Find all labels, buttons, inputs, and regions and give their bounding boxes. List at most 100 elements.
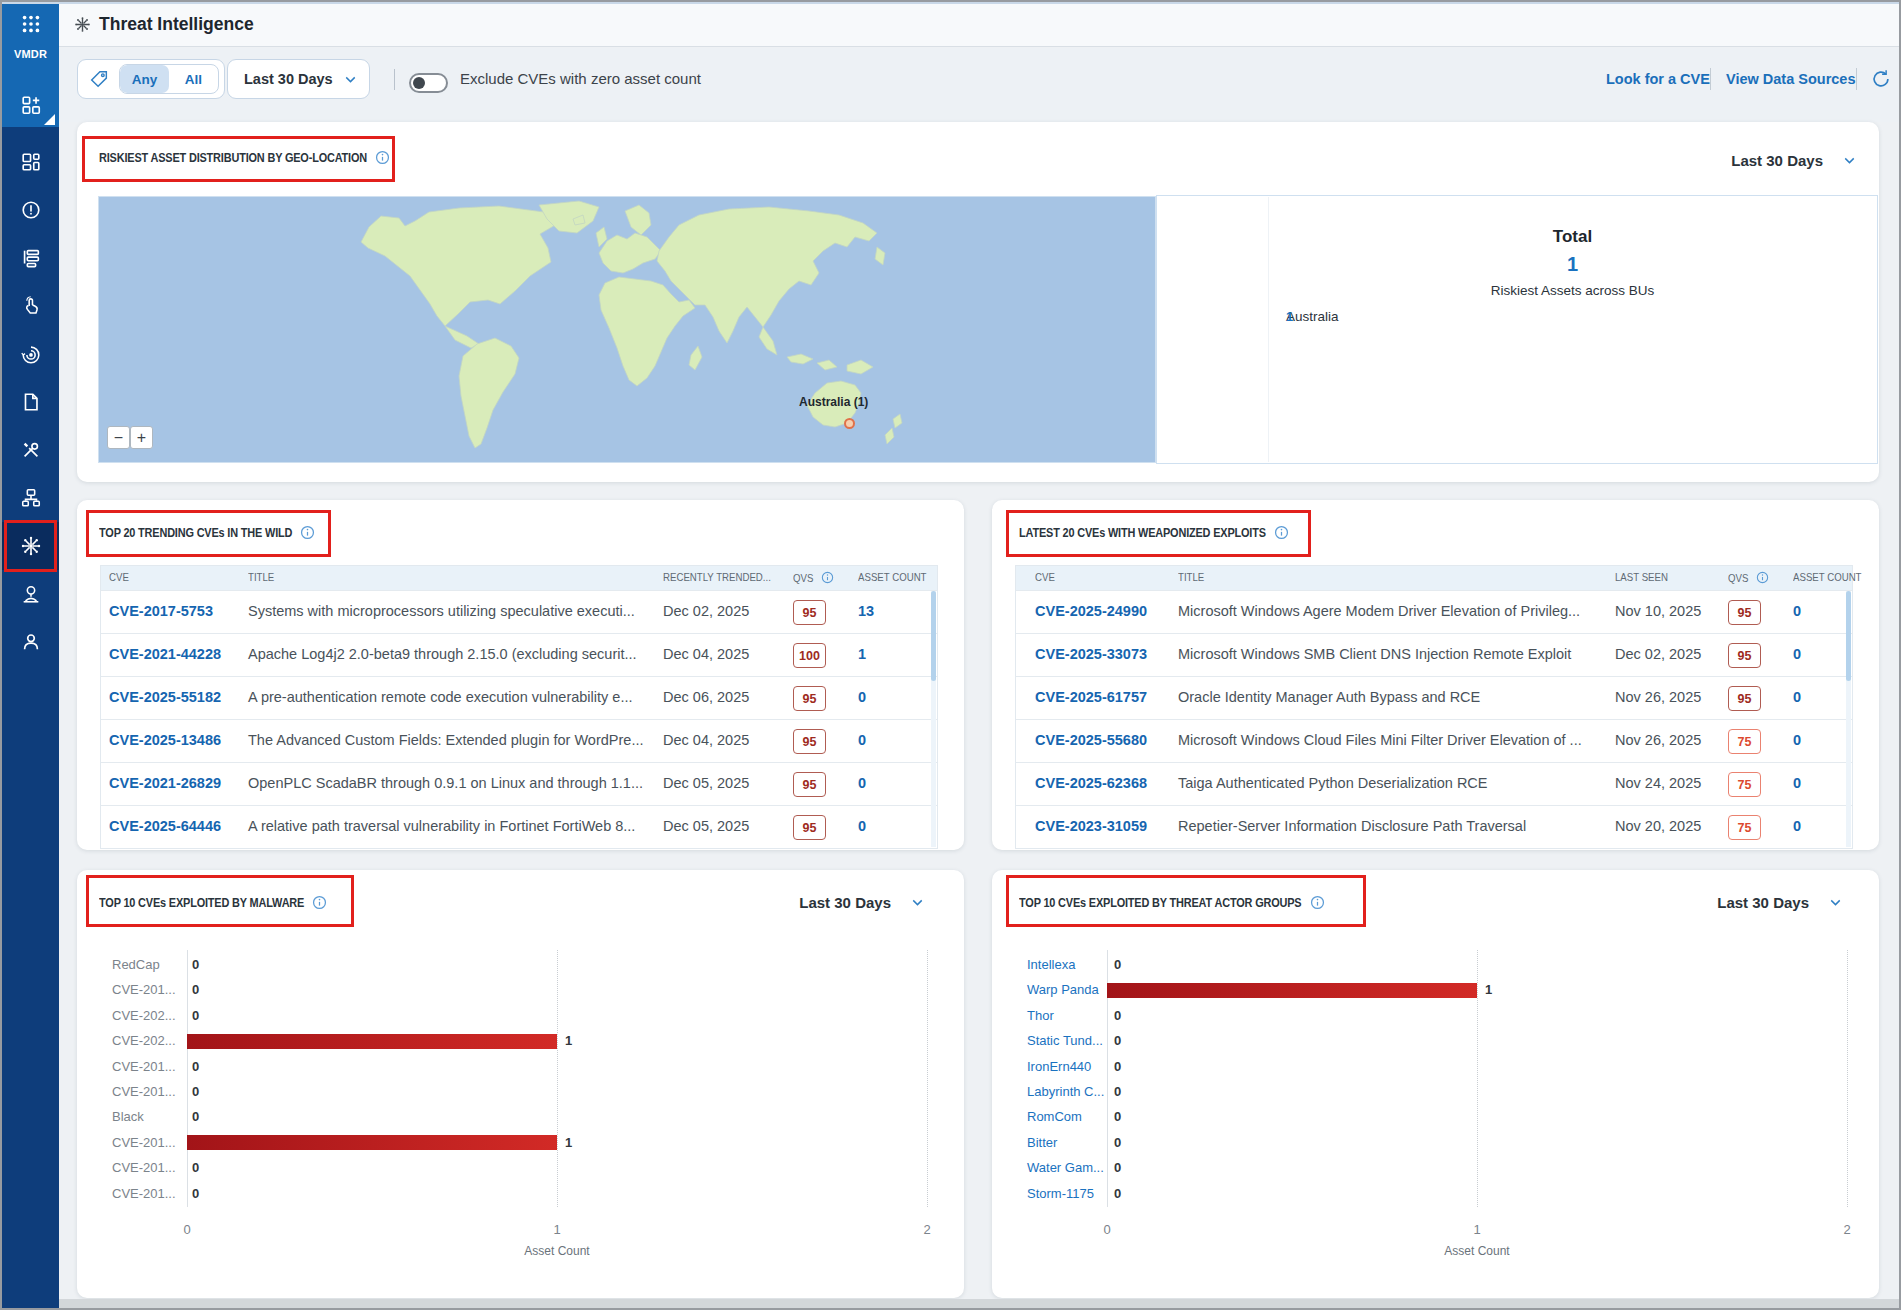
cell-assets[interactable]: 0 [858, 775, 866, 791]
cell-cve[interactable]: CVE-2021-44228 [109, 646, 221, 662]
cell-assets[interactable]: 0 [1793, 732, 1801, 748]
link-divider [1856, 68, 1857, 90]
page-title: Threat Intelligence [99, 14, 254, 35]
cell-assets[interactable]: 0 [858, 732, 866, 748]
column-header[interactable]: QVS [1728, 571, 1769, 584]
cell-date: Dec 05, 2025 [663, 775, 749, 791]
cell-assets[interactable]: 13 [858, 603, 874, 619]
all-button[interactable]: All [169, 65, 218, 93]
x-tick-label: 2 [1843, 1222, 1850, 1237]
sidebar-expand-arrow[interactable] [44, 114, 55, 125]
map-zoom-in-button[interactable]: + [130, 426, 153, 449]
chart-category-label[interactable]: Labyrinth C... [1027, 1084, 1104, 1099]
cell-cve[interactable]: CVE-2017-5753 [109, 603, 213, 619]
any-button[interactable]: Any [120, 65, 169, 93]
sidebar-item-tools-icon[interactable] [2, 428, 59, 472]
cell-date: Nov 20, 2025 [1615, 818, 1701, 834]
sidebar-item-lab-icon[interactable] [2, 572, 59, 616]
cell-cve[interactable]: CVE-2023-31059 [1035, 818, 1147, 834]
world-map[interactable]: Australia (1) − + [98, 196, 1156, 463]
column-header[interactable]: CVE [1035, 571, 1059, 583]
map-marker[interactable] [844, 418, 855, 429]
sidebar-item-workflow-icon[interactable] [2, 236, 59, 280]
chart-bar[interactable] [187, 1034, 557, 1049]
chart-category-label[interactable]: Intellexa [1027, 957, 1075, 972]
x-axis-label: Asset Count [1444, 1244, 1509, 1258]
cell-cve[interactable]: CVE-2025-33073 [1035, 646, 1147, 662]
chart-category-label: CVE-201... [112, 1160, 176, 1175]
column-header[interactable]: TITLE [1178, 571, 1209, 583]
cell-assets[interactable]: 1 [858, 646, 866, 662]
chart-value-label: 0 [192, 1109, 199, 1124]
cell-title: Microsoft Windows Agere Modem Driver Ele… [1178, 603, 1580, 619]
chart-category-label: CVE-201... [112, 1135, 176, 1150]
column-header[interactable]: QVS [793, 571, 834, 584]
cell-date: Nov 26, 2025 [1615, 689, 1701, 705]
chart-category-label[interactable]: Bitter [1027, 1135, 1057, 1150]
map-country-label: Australia (1) [799, 395, 868, 409]
geo-time-range-dropdown[interactable]: Last 30 Days [1731, 152, 1858, 169]
cell-assets[interactable]: 0 [1793, 689, 1801, 705]
actors-chart-card: TOP 10 CVEs EXPLOITED BY THREAT ACTOR GR… [992, 870, 1879, 1298]
column-header[interactable]: LAST SEEN [1615, 571, 1678, 583]
chart-value-label: 1 [1485, 982, 1492, 997]
view-data-sources-link[interactable]: View Data Sources [1726, 71, 1856, 87]
sidebar-item-radar-icon[interactable] [2, 332, 59, 376]
cell-assets[interactable]: 0 [858, 818, 866, 834]
cell-cve[interactable]: CVE-2025-13486 [109, 732, 221, 748]
sidebar-item-history-icon[interactable] [2, 188, 59, 232]
chart-category-label[interactable]: RomCom [1027, 1109, 1082, 1124]
cell-cve[interactable]: CVE-2025-64446 [109, 818, 221, 834]
sidebar-item-dashboards[interactable] [2, 140, 59, 184]
table-scrollbar[interactable] [931, 591, 936, 847]
annotation-box-trending-title [86, 510, 331, 557]
sidebar-item-network-icon[interactable] [2, 476, 59, 520]
cell-cve[interactable]: CVE-2025-55182 [109, 689, 221, 705]
chart-category-label: RedCap [112, 957, 160, 972]
qvs-badge: 100 [793, 643, 826, 668]
cell-assets[interactable]: 0 [1793, 646, 1801, 662]
chart-category-label[interactable]: Warp Panda [1027, 982, 1099, 997]
weaponized-cves-card: LATEST 20 CVEs WITH WEAPONIZED EXPLOITS … [992, 500, 1879, 850]
column-header[interactable]: CVE [109, 571, 133, 583]
chart-category-label[interactable]: Thor [1027, 1008, 1054, 1023]
qvs-badge: 75 [1728, 815, 1761, 840]
annotation-box-malware-title [86, 875, 354, 927]
column-header[interactable]: RECENTLY TRENDED... [663, 571, 791, 583]
cell-cve[interactable]: CVE-2025-61757 [1035, 689, 1147, 705]
cell-assets[interactable]: 0 [858, 689, 866, 705]
exclude-zero-assets-toggle[interactable] [409, 73, 448, 93]
y-axis [187, 950, 188, 1207]
cell-assets[interactable]: 0 [1793, 603, 1801, 619]
chart-bar[interactable] [187, 1135, 557, 1150]
chart-category-label[interactable]: Water Gam... [1027, 1160, 1104, 1175]
refresh-icon[interactable] [1870, 68, 1892, 94]
column-header[interactable]: ASSET COUNT [1793, 571, 1875, 583]
horizontal-scrollbar[interactable] [59, 1299, 1899, 1308]
cell-cve[interactable]: CVE-2025-62368 [1035, 775, 1147, 791]
cell-assets[interactable]: 0 [1793, 818, 1801, 834]
sidebar-item-user-icon[interactable] [2, 620, 59, 664]
sidebar-item-touch-icon[interactable] [2, 284, 59, 328]
map-zoom-out-button[interactable]: − [107, 426, 130, 449]
cell-cve[interactable]: CVE-2025-24990 [1035, 603, 1147, 619]
time-range-dropdown[interactable]: Last 30 Days [227, 59, 370, 99]
vmdr-product-label[interactable]: VMDR [2, 48, 59, 60]
column-header[interactable]: TITLE [248, 571, 279, 583]
column-header[interactable]: ASSET COUNT [858, 571, 940, 583]
cell-assets[interactable]: 0 [1793, 775, 1801, 791]
toolbar-divider [394, 69, 395, 90]
chart-category-label[interactable]: Static Tund... [1027, 1033, 1103, 1048]
sidebar-item-document-icon[interactable] [2, 380, 59, 424]
geo-country-row[interactable]: Australia 1 [1286, 309, 1853, 324]
cell-cve[interactable]: CVE-2021-26829 [109, 775, 221, 791]
apps-grid-icon[interactable] [2, 2, 59, 46]
look-for-cve-link[interactable]: Look for a CVE [1606, 71, 1710, 87]
table-scrollbar[interactable] [1846, 591, 1851, 847]
cell-cve[interactable]: CVE-2025-55680 [1035, 732, 1147, 748]
chart-category-label: CVE-202... [112, 1033, 176, 1048]
chart-category-label[interactable]: Storm-1175 [1027, 1186, 1094, 1201]
chart-value-label: 0 [1114, 1135, 1121, 1150]
chart-bar[interactable] [1107, 983, 1477, 998]
chart-category-label[interactable]: IronErn440 [1027, 1059, 1091, 1074]
